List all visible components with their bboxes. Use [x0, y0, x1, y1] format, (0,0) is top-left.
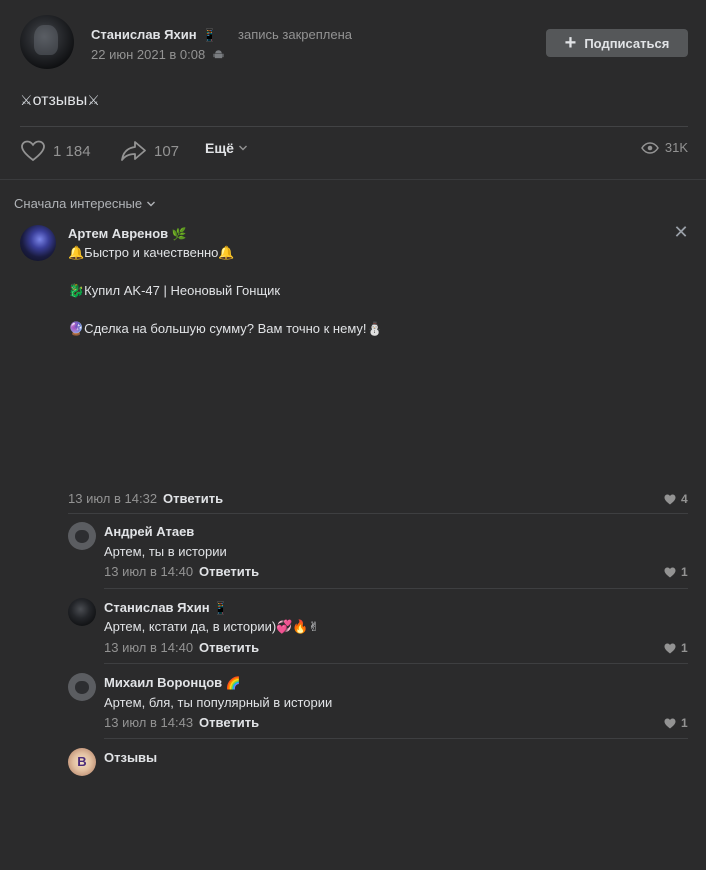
comment-line: 🔔Быстро и качественно🔔 [68, 245, 235, 260]
reply-button[interactable]: Ответить [199, 564, 259, 579]
divider [104, 738, 688, 739]
comments-sort-dropdown[interactable]: Сначала интересные [14, 196, 156, 211]
comment-line: 🐉Купил AK-47 | Неоновый Гонщик [68, 283, 281, 298]
comment-like-count: 4 [681, 492, 688, 506]
like-count: 1 184 [53, 142, 91, 160]
subscribe-button[interactable]: + Подписаться [546, 29, 688, 57]
comment-like-count: 1 [681, 716, 688, 730]
post-actions: 1 184 107 Ещё 31K [20, 140, 688, 166]
crossed-swords-icon: ⚔ [87, 92, 100, 108]
post-date[interactable]: 22 июн 2021 в 0:08 [91, 47, 224, 62]
share-icon [121, 141, 146, 161]
post-text: ⚔отзывы⚔ [20, 92, 100, 110]
heart-icon [664, 643, 676, 653]
comment-author[interactable]: Артем Авренов 🌿 [68, 226, 187, 241]
avatar[interactable] [68, 522, 96, 550]
divider [68, 513, 688, 514]
android-icon [213, 50, 224, 59]
reply-author[interactable]: Станислав Яхин 📱 [104, 600, 228, 615]
heart-icon [21, 140, 45, 162]
divider [0, 179, 706, 180]
share-count: 107 [154, 142, 180, 160]
reply-date[interactable]: 13 июл в 14:40 [104, 564, 193, 579]
reply-date[interactable]: 13 июл в 14:43 [104, 715, 193, 730]
author-avatar[interactable] [20, 15, 74, 69]
heart-icon [664, 718, 676, 728]
like-button[interactable]: 1 184 [20, 140, 91, 162]
reply-text: Артем, бля, ты популярный в истории [104, 695, 333, 710]
reply-meta: 13 июл в 14:43 Ответить [104, 715, 259, 730]
comment-like-button[interactable]: 1 [664, 565, 688, 579]
comment-like-count: 1 [681, 641, 688, 655]
divider [104, 663, 688, 664]
views-count: 31K [664, 140, 688, 155]
chevron-down-icon [238, 145, 247, 151]
reply-button[interactable]: Ответить [199, 715, 259, 730]
post-text-body: отзывы [32, 92, 88, 109]
pinned-label: запись закреплена [238, 27, 352, 42]
avatar[interactable] [68, 748, 96, 776]
comment-author-name[interactable]: Артем Авренов [68, 226, 168, 241]
leaf-icon: 🌿 [171, 227, 187, 241]
views-counter: 31K [640, 140, 688, 155]
post-author[interactable]: Станислав Яхин 📱 [91, 27, 217, 42]
reply-text: Артем, кстати да, в истории)💞🔥✌ [104, 619, 320, 634]
subscribe-label: Подписаться [584, 35, 670, 51]
post-author-name[interactable]: Станислав Яхин [91, 27, 197, 42]
comment-meta: 13 июл в 14:32 Ответить [68, 491, 223, 506]
divider [104, 588, 688, 589]
reply-author-name[interactable]: Станислав Яхин [104, 600, 210, 615]
comment-like-button[interactable]: 4 [664, 492, 688, 506]
more-label: Ещё [205, 140, 234, 156]
more-button[interactable]: Ещё [205, 140, 248, 156]
eye-icon [640, 141, 659, 154]
reply-author[interactable]: Михаил Воронцов 🌈 [104, 675, 241, 690]
reply-button[interactable]: Ответить [199, 640, 259, 655]
reply-meta: 13 июл в 14:40 Ответить [104, 564, 259, 579]
post-header: Станислав Яхин 📱 запись закреплена 22 ию… [20, 15, 688, 71]
comment-like-button[interactable]: 1 [664, 716, 688, 730]
close-icon[interactable]: ✕ [672, 223, 690, 241]
chevron-down-icon [147, 201, 156, 206]
divider [20, 126, 688, 127]
reply-meta: 13 июл в 14:40 Ответить [104, 640, 259, 655]
reply-author[interactable]: Отзывы [104, 750, 157, 765]
comment-line: 🔮Сделка на большую сумму? Вам точно к не… [68, 321, 383, 336]
reply-author[interactable]: Андрей Атаев [104, 524, 194, 539]
avatar[interactable] [68, 598, 96, 626]
reply-text: Артем, ты в истории [104, 544, 227, 559]
heart-icon [664, 567, 676, 577]
crossed-swords-icon: ⚔ [20, 92, 33, 108]
comment-like-button[interactable]: 1 [664, 641, 688, 655]
reply-author-name[interactable]: Михаил Воронцов [104, 675, 222, 690]
comments-sort-label: Сначала интересные [14, 196, 143, 211]
phone-icon: 📱 [213, 601, 229, 615]
plus-icon: + [564, 32, 577, 54]
rainbow-icon: 🌈 [225, 676, 241, 690]
reply-date[interactable]: 13 июл в 14:40 [104, 640, 193, 655]
post-date-text[interactable]: 22 июн 2021 в 0:08 [91, 47, 205, 62]
heart-icon [664, 494, 676, 504]
share-button[interactable]: 107 [120, 140, 179, 162]
comment-date[interactable]: 13 июл в 14:32 [68, 491, 157, 506]
author-badge-icon: 📱 [202, 28, 218, 42]
avatar[interactable] [20, 225, 56, 261]
comment-like-count: 1 [681, 565, 688, 579]
avatar[interactable] [68, 673, 96, 701]
reply-button[interactable]: Ответить [163, 491, 223, 506]
